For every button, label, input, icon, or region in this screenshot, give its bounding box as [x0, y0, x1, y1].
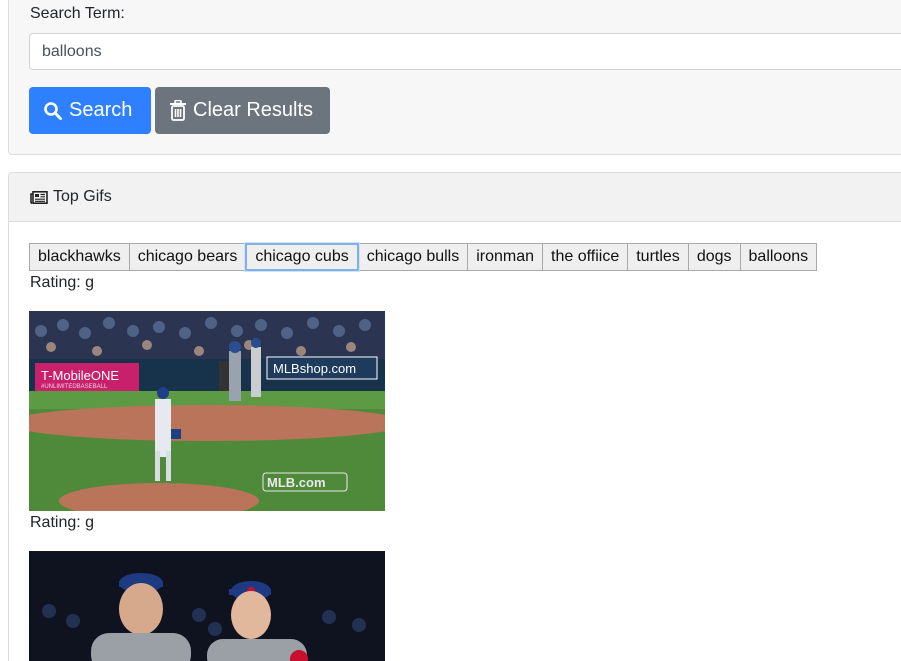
top-gifs-header: Top Gifs [9, 173, 901, 222]
search-card: Search Term: Search Clear Results [8, 0, 901, 155]
gif-rating: Rating: g [30, 514, 95, 531]
gif-image[interactable]: T-MobileONE #UNLIMITEDBASEBALL MLBshop.c… [29, 311, 385, 511]
clear-results-button[interactable]: Clear Results [155, 87, 330, 134]
gif-rating: Rating: g [30, 274, 95, 291]
tag-button-the-offiice[interactable]: the offiice [542, 243, 629, 271]
page: Search Term: Search Clear Results [0, 0, 901, 661]
search-input[interactable] [29, 33, 901, 70]
top-gifs-title: Top Gifs [53, 188, 112, 205]
tag-button-chicago-bears[interactable]: chicago bears [128, 243, 247, 271]
ad-board-tmobile-subtext: #UNLIMITEDBASEBALL [41, 384, 108, 390]
tag-button-ironman[interactable]: ironman [467, 243, 544, 271]
baseball-pitch-gif: T-MobileONE #UNLIMITEDBASEBALL MLBshop.c… [29, 311, 385, 511]
tag-button-blackhawks[interactable]: blackhawks [29, 243, 130, 271]
ad-board-mlbshop-text: MLBshop.com [273, 361, 356, 376]
clear-results-button-label: Clear Results [193, 99, 314, 121]
tag-button-chicago-bulls[interactable]: chicago bulls [357, 243, 469, 271]
baseball-players-gif [29, 551, 385, 661]
top-gifs-card: Top Gifs blackhawks chicago bears chicag… [8, 172, 901, 661]
search-button-label: Search [69, 99, 133, 121]
tag-button-dogs[interactable]: dogs [687, 243, 741, 271]
trash-icon [170, 100, 186, 121]
tag-button-balloons[interactable]: balloons [739, 243, 818, 271]
search-button[interactable]: Search [29, 87, 151, 134]
search-icon [44, 101, 62, 120]
tag-button-group: blackhawks chicago bears chicago cubs ch… [29, 243, 818, 271]
tag-button-chicago-cubs[interactable]: chicago cubs [245, 243, 359, 271]
tag-button-turtles[interactable]: turtles [627, 243, 689, 271]
gif-image[interactable] [29, 551, 385, 661]
search-term-label: Search Term: [30, 5, 125, 22]
ad-board-tmobile-text: T-MobileONE [41, 368, 119, 383]
newspaper-icon [30, 190, 48, 204]
mlb-watermark-text: MLB.com [267, 475, 326, 490]
